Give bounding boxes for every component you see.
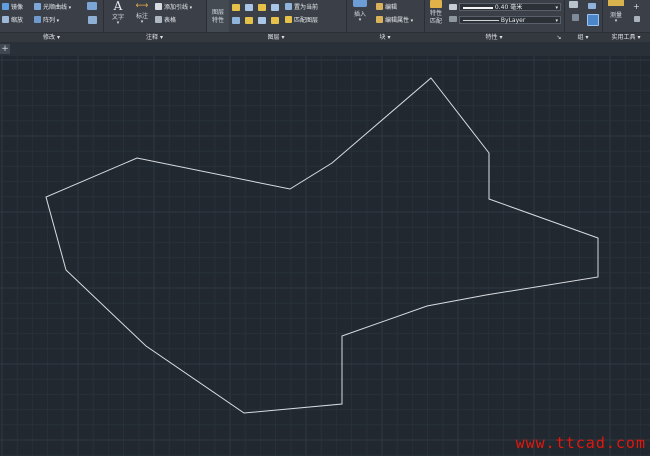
text-button[interactable]: A 文字 ▾ — [108, 0, 128, 26]
move-icon[interactable] — [87, 2, 97, 10]
measure-button[interactable]: 测量 ▾ — [605, 0, 627, 24]
drawing-tab-strip: + — [0, 42, 650, 57]
lineweight-icon — [449, 4, 457, 10]
match-layer-icon — [285, 16, 292, 23]
properties-dialog-launcher[interactable]: ↘ — [554, 33, 564, 42]
ungroup-icon[interactable] — [588, 3, 596, 9]
linetype-dropdown[interactable]: ByLayer ▾ — [459, 16, 561, 24]
array-button[interactable]: 阵列 ▾ — [34, 16, 59, 26]
measure-icon — [608, 0, 624, 6]
panel-title-block[interactable]: 块 ▾ — [346, 33, 424, 42]
panel-title-annotation[interactable]: 注释 ▾ — [103, 33, 206, 42]
point-icon[interactable]: + — [633, 3, 640, 11]
multileader-icon — [155, 3, 162, 10]
block-edit-icon — [376, 3, 383, 10]
panel-title-groups[interactable]: 组 ▾ — [564, 33, 602, 42]
table-icon — [155, 16, 162, 23]
edit-attributes-icon — [376, 16, 383, 23]
layer-unlock-icon[interactable] — [271, 17, 279, 24]
table-button[interactable]: 表格 — [155, 16, 176, 26]
layer-freeze-icon[interactable] — [232, 4, 240, 11]
set-current-layer-button[interactable]: 置为当前 — [285, 3, 318, 13]
chevron-down-icon: ▾ — [67, 5, 72, 11]
watermark: www.ttcad.com — [515, 434, 646, 452]
set-current-icon — [285, 3, 292, 10]
chevron-down-icon: ▾ — [188, 5, 193, 11]
match-layer-button[interactable]: 匹配图层 — [285, 16, 318, 26]
layer-lock-icon[interactable] — [258, 4, 266, 11]
multileader-button[interactable]: 添加引线 ▾ — [155, 3, 192, 13]
chevron-down-icon: ▾ — [358, 17, 362, 23]
layer-on-icon[interactable] — [258, 17, 266, 24]
scale-button[interactable]: 缩放 — [2, 16, 23, 26]
new-tab-button[interactable]: + — [0, 44, 10, 54]
layer-walk-icon[interactable] — [232, 17, 240, 24]
scale-icon — [2, 16, 9, 23]
ribbon: 镜像 光顺曲线 ▾ 缩放 阵列 ▾ A 文字 ▾ ⟷ 标注 ▾ 添加引线 ▾ 表… — [0, 0, 650, 42]
text-icon: A — [113, 0, 123, 13]
linetype-icon — [449, 16, 457, 22]
chevron-down-icon: ▾ — [409, 18, 414, 24]
layer-properties-button[interactable]: 图层 特性 — [207, 0, 229, 32]
chevron-down-icon: ▾ — [116, 20, 120, 26]
panel-title-layers[interactable]: 图层 ▾ — [206, 33, 346, 42]
blend-curves-button[interactable]: 光顺曲线 ▾ — [34, 3, 71, 13]
blend-curves-icon — [34, 3, 41, 10]
chevron-down-icon: ▾ — [55, 18, 60, 24]
edit-block-button[interactable]: 编辑 — [376, 3, 397, 13]
insert-icon — [353, 0, 367, 7]
mirror-icon — [2, 3, 9, 10]
lineweight-swatch — [463, 6, 493, 9]
group-edit-icon[interactable] — [572, 14, 579, 21]
edit-attributes-button[interactable]: 编辑属性 ▾ — [376, 16, 413, 26]
linetype-swatch — [463, 20, 499, 21]
match-properties-button[interactable]: 特性 匹配 — [426, 0, 446, 26]
stretch-icon[interactable] — [88, 16, 97, 24]
array-icon — [34, 16, 41, 23]
chevron-down-icon: ▾ — [555, 18, 558, 24]
group-icon[interactable] — [569, 1, 578, 8]
layer-off-icon[interactable] — [245, 4, 253, 11]
panel-title-modify[interactable]: 修改 ▾ — [0, 33, 103, 42]
group-selection-icon[interactable] — [587, 14, 599, 26]
calculator-icon[interactable] — [634, 16, 640, 22]
dimension-button[interactable]: ⟷ 标注 ▾ — [131, 1, 153, 25]
chevron-down-icon: ▾ — [140, 19, 144, 25]
lineweight-dropdown[interactable]: 0.40 毫米 ▾ — [459, 3, 561, 11]
chevron-down-icon: ▾ — [614, 18, 618, 24]
dimension-icon: ⟷ — [135, 1, 149, 11]
drawing-canvas[interactable] — [0, 56, 650, 456]
panel-title-properties[interactable]: 特性 ▾ — [424, 33, 564, 42]
mirror-button[interactable]: 镜像 — [2, 3, 23, 13]
canvas-background — [0, 56, 650, 456]
insert-block-button[interactable]: 插入 ▾ — [349, 0, 371, 23]
panel-title-utilities[interactable]: 实用工具 ▾ — [602, 33, 650, 42]
layer-thaw-icon[interactable] — [245, 17, 253, 24]
match-properties-icon — [430, 0, 442, 8]
panel-title-row: 修改 ▾ 注释 ▾ 图层 ▾ 块 ▾ 特性 ▾ ↘ 组 ▾ 实用工具 ▾ — [0, 32, 650, 42]
layer-isolate-icon[interactable] — [271, 4, 279, 11]
chevron-down-icon: ▾ — [555, 5, 558, 11]
